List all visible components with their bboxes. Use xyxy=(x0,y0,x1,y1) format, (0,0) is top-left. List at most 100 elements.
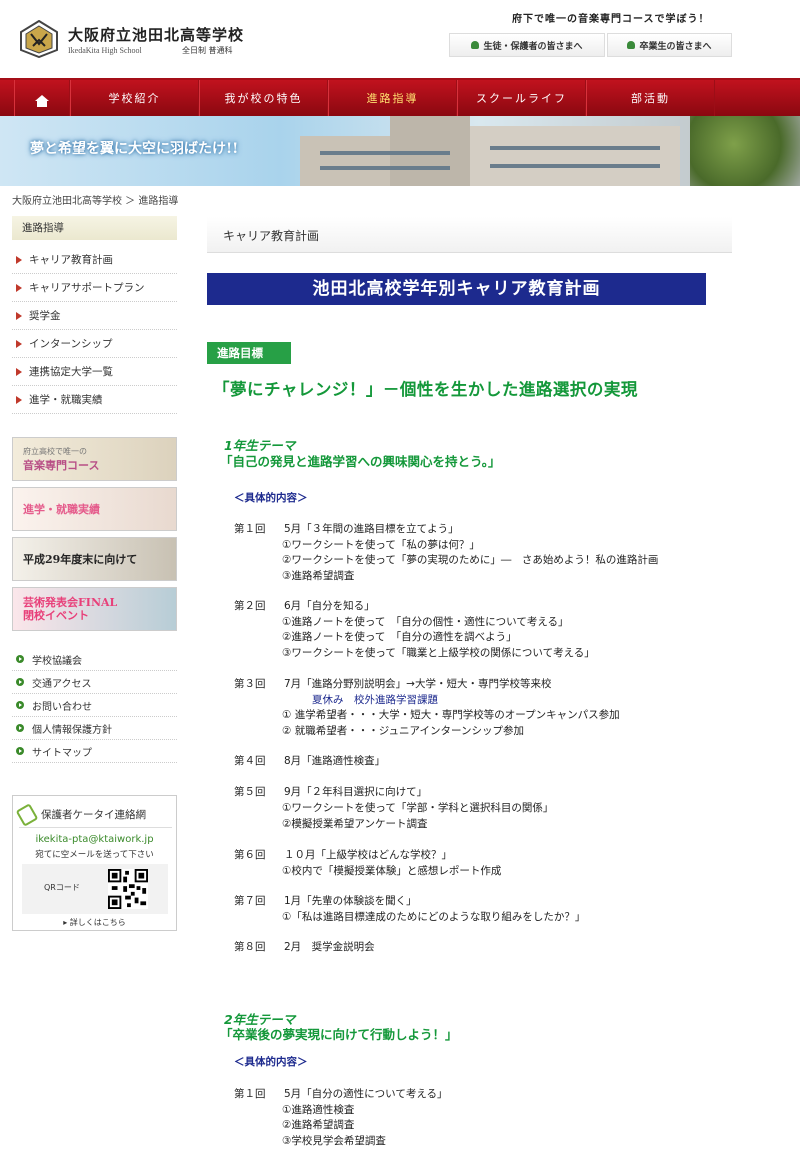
link-sitemap[interactable]: サイトマップ xyxy=(12,740,177,763)
circle-arrow-icon xyxy=(16,724,24,732)
nav-career-guidance[interactable]: 進路指導 xyxy=(328,80,457,116)
year1-session-6: 第６回 １０月「上級学校はどんな学校？」 xyxy=(234,847,452,862)
circle-arrow-icon xyxy=(16,747,24,755)
art-event-banner[interactable]: 芸術発表会FINAL 閉校イベント xyxy=(12,587,177,631)
year1-theme: 「自己の発見と進路学習への興味関心を持とう。」 xyxy=(220,454,501,469)
students-parents-button[interactable]: 生徒・保護者の皆さまへ xyxy=(449,33,605,57)
goal-badge: 進路目標 xyxy=(207,342,291,364)
pta-title: 保護者ケータイ連絡網 xyxy=(15,802,172,828)
session-detail: ③学校見学会希望調査 xyxy=(282,1135,386,1147)
pta-note: 宛てに空メールを送って下さい xyxy=(35,850,154,860)
mobile-phone-icon xyxy=(15,802,39,827)
sidebar-item-career-plan[interactable]: キャリア教育計画 xyxy=(12,246,177,274)
arrow-right-icon xyxy=(16,255,22,264)
link-privacy[interactable]: 個人情報保護方針 xyxy=(12,717,177,740)
summer-assignment: 夏休み 校外進路学習課題 xyxy=(312,694,438,706)
school-course: 全日制 普通科 xyxy=(182,46,233,55)
sidebar-item-internship[interactable]: インターンシップ xyxy=(12,330,177,358)
session-detail: ①進路ノートを使って 「自分の個性・適性について考える」 xyxy=(282,616,569,628)
year2-theme: 「卒業後の夢実現に向けて行動しよう！」 xyxy=(220,1027,458,1042)
link-label: お問い合わせ xyxy=(32,701,92,713)
users-icon xyxy=(471,41,480,49)
session-detail: ②模擬授業希望アンケート調査 xyxy=(282,818,428,830)
sidebar-item-label: 連携協定大学一覧 xyxy=(29,366,113,378)
sidebar-item-partner-universities[interactable]: 連携協定大学一覧 xyxy=(12,358,177,386)
year1-content-label: ＜具体的内容＞ xyxy=(234,492,308,504)
link-access[interactable]: 交通アクセス xyxy=(12,671,177,694)
sidebar-menu: キャリア教育計画 キャリアサポートプラン 奨学金 インターンシップ 連携協定大学… xyxy=(12,246,177,414)
sidebar-item-scholarship[interactable]: 奨学金 xyxy=(12,302,177,330)
pta-email-link[interactable]: ikekita-pta@ktaiwork.jp xyxy=(13,834,176,845)
session-title: 7月「進路分野別説明会」→大学・短大・専門学校等来校 xyxy=(284,678,552,690)
link-school-council[interactable]: 学校協議会 xyxy=(12,648,177,671)
session-number: 第３回 xyxy=(234,678,266,690)
site-header: 大阪府立池田北高等学校 IkedaKita High School 全日制 普通… xyxy=(0,0,800,78)
session-detail: ② 就職希望者・・・ジュニアインターンシップ参加 xyxy=(282,725,524,737)
goal-statement: 「夢にチャレンジ！」－個性を生かした進路選択の実現 xyxy=(213,380,638,399)
year1-session-8: 第８回 2月 奨学金説明会 xyxy=(234,939,375,954)
session-number: 第５回 xyxy=(234,786,266,798)
art-event-banner-line1: 芸術発表会FINAL xyxy=(23,596,118,609)
session-title: 8月「進路適性検査」 xyxy=(284,755,386,767)
qr-panel: QRコード xyxy=(22,864,168,914)
school-name[interactable]: 大阪府立池田北高等学校 xyxy=(68,24,244,45)
art-event-banner-line2: 閉校イベント xyxy=(23,609,89,622)
year-end-banner-label: 平成29年度末に向けて xyxy=(23,553,138,566)
session-detail: ①進路適性検査 xyxy=(282,1104,355,1116)
pta-title-label: 保護者ケータイ連絡網 xyxy=(41,809,146,821)
session-title: 6月「自分を知る」 xyxy=(284,600,375,612)
sidebar-item-label: キャリア教育計画 xyxy=(29,254,113,266)
nav-features[interactable]: 我が校の特色 xyxy=(199,80,328,116)
sidebar-item-career-support[interactable]: キャリアサポートプラン xyxy=(12,274,177,302)
session-number: 第１回 xyxy=(234,1088,266,1100)
session-number: 第６回 xyxy=(234,849,266,861)
header-tagline: 府下で唯一の音楽専門コースで学ぼう！ xyxy=(512,14,710,25)
year2-session-1: 第１回 5月「自分の適性について考える」 xyxy=(234,1086,448,1101)
link-label: 学校協議会 xyxy=(32,655,82,667)
pta-contact-box: 保護者ケータイ連絡網 ikekita-pta@ktaiwork.jp 宛てに空メ… xyxy=(12,795,177,931)
session-title: 5月「３年間の進路目標を立てよう」 xyxy=(284,523,459,535)
breadcrumb[interactable]: 大阪府立池田北高等学校 ＞ 進路指導 xyxy=(12,192,178,207)
session-title: 9月「２年科目選択に向けて」 xyxy=(284,786,428,798)
session-detail: ① 進学希望者・・・大学・短大・専門学校等のオープンキャンパス参加 xyxy=(282,709,620,721)
circle-arrow-icon xyxy=(16,678,24,686)
banner-slogan: 夢と希望を翼に大空に羽ばたけ!! xyxy=(30,141,239,157)
session-detail: ①ワークシートを使って「私の夢は何？」 xyxy=(282,539,480,551)
link-contact[interactable]: お問い合わせ xyxy=(12,694,177,717)
session-number: 第７回 xyxy=(234,895,266,907)
session-number: 第４回 xyxy=(234,755,266,767)
results-banner[interactable]: 進学・就職実績 xyxy=(12,487,177,531)
year1-session-3: 第３回 7月「進路分野別説明会」→大学・短大・専門学校等来校 xyxy=(234,676,551,691)
results-banner-label: 進学・就職実績 xyxy=(23,503,100,516)
pta-details-link[interactable]: ▸ 詳しくはこちら xyxy=(13,917,176,928)
year1-session-1: 第１回 5月「３年間の進路目標を立てよう」 xyxy=(234,521,459,536)
page-title: 池田北高校学年別キャリア教育計画 xyxy=(207,273,706,305)
sidebar-item-results[interactable]: 進学・就職実績 xyxy=(12,386,177,414)
sidebar-heading: 進路指導 xyxy=(12,216,177,240)
year1-session-5: 第５回 9月「２年科目選択に向けて」 xyxy=(234,784,427,799)
nav-school-life[interactable]: スクールライフ xyxy=(457,80,586,116)
music-course-banner-title: 音楽専門コース xyxy=(23,458,100,472)
nav-club-activities[interactable]: 部活動 xyxy=(586,80,715,116)
session-number: 第８回 xyxy=(234,941,266,953)
music-course-banner[interactable]: 府立高校で唯一の 音楽専門コース xyxy=(12,437,177,481)
students-parents-label: 生徒・保護者の皆さまへ xyxy=(483,41,583,52)
hero-banner: 夢と希望を翼に大空に羽ばたけ!! xyxy=(0,116,800,186)
graduates-button[interactable]: 卒業生の皆さまへ xyxy=(607,33,732,57)
qr-code-image xyxy=(108,869,148,909)
school-emblem-logo[interactable] xyxy=(20,20,58,58)
nav-home[interactable] xyxy=(14,80,70,116)
sidebar-links: 学校協議会 交通アクセス お問い合わせ 個人情報保護方針 サイトマップ xyxy=(12,648,177,763)
circle-arrow-icon xyxy=(16,701,24,709)
year-end-banner[interactable]: 平成29年度末に向けて xyxy=(12,537,177,581)
year1-session-7: 第７回 1月「先輩の体験談を聞く」 xyxy=(234,893,417,908)
session-title: 2月 奨学金説明会 xyxy=(284,941,375,953)
main-nav: 学校紹介 我が校の特色 進路指導 スクールライフ 部活動 xyxy=(0,78,800,116)
session-detail: ①校内で「模擬授業体験」と感想レポート作成 xyxy=(282,865,502,877)
nav-school-intro[interactable]: 学校紹介 xyxy=(70,80,199,116)
session-detail: ①ワークシートを使って「学部・学科と選択科目の関係」 xyxy=(282,802,554,814)
year1-session-4: 第４回 8月「進路適性検査」 xyxy=(234,753,385,768)
arrow-right-icon xyxy=(16,339,22,348)
session-detail: ②進路ノートを使って 「自分の適性を調べよう」 xyxy=(282,631,517,643)
link-label: サイトマップ xyxy=(32,747,92,759)
